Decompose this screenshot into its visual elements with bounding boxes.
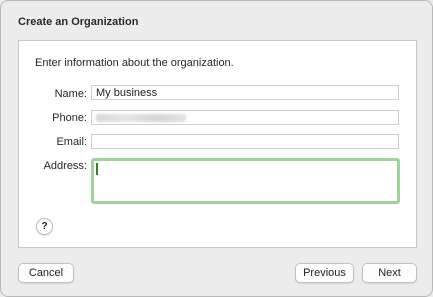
email-field[interactable] bbox=[91, 134, 399, 149]
intro-text: Enter information about the organization… bbox=[35, 57, 234, 69]
cancel-button[interactable]: Cancel bbox=[18, 263, 74, 283]
dialog-title: Create an Organization bbox=[18, 16, 139, 28]
text-cursor bbox=[96, 163, 98, 175]
form-panel: Enter information about the organization… bbox=[18, 40, 417, 248]
name-field[interactable]: My business bbox=[91, 85, 399, 100]
previous-button[interactable]: Previous bbox=[295, 263, 354, 283]
address-label: Address: bbox=[43, 160, 87, 172]
name-field-value: My business bbox=[96, 87, 158, 99]
next-button[interactable]: Next bbox=[362, 263, 417, 283]
create-organization-dialog: Create an Organization Enter information… bbox=[0, 0, 433, 297]
address-field[interactable] bbox=[91, 158, 400, 204]
phone-field[interactable] bbox=[91, 110, 399, 125]
help-button[interactable]: ? bbox=[36, 218, 53, 235]
phone-label: Phone: bbox=[52, 112, 87, 124]
name-label: Name: bbox=[54, 88, 87, 100]
phone-redacted-value bbox=[96, 114, 186, 122]
email-label: Email: bbox=[56, 136, 87, 148]
